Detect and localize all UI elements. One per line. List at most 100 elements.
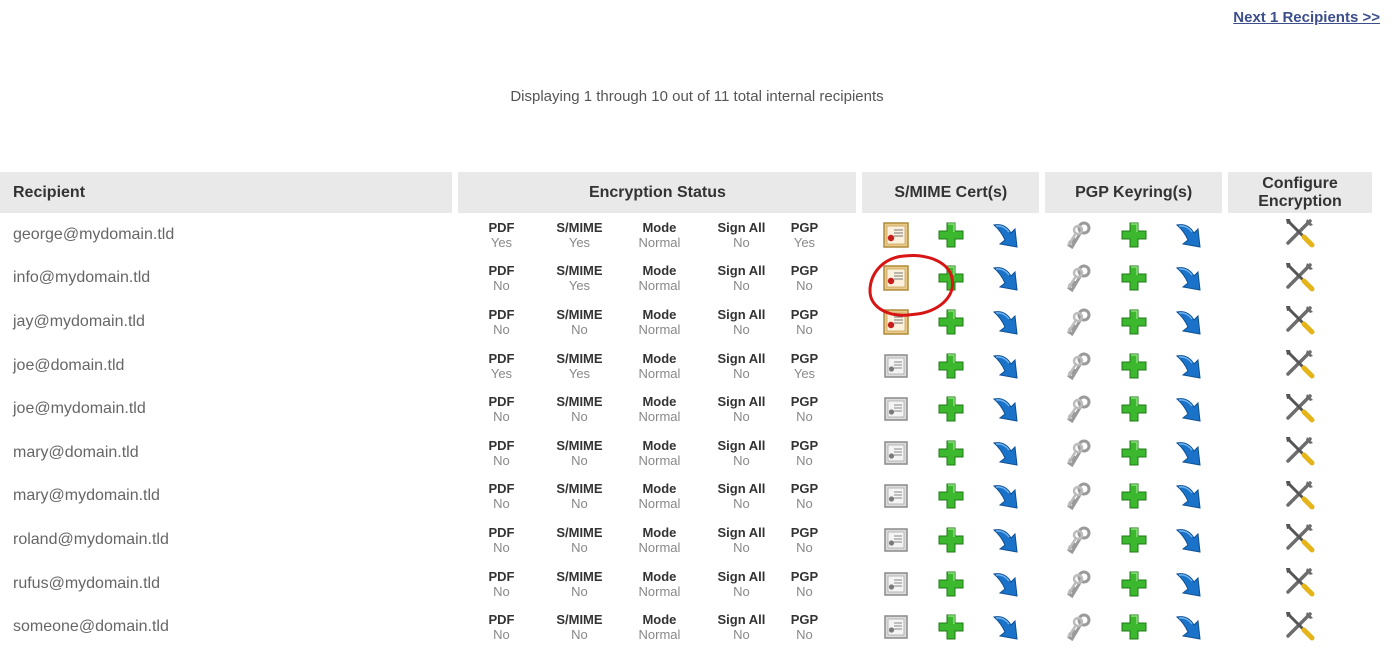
add-pgp-key-plus-icon[interactable] xyxy=(1119,264,1149,292)
tools-icon[interactable] xyxy=(1283,260,1317,292)
import-smime-cert-arrow-icon[interactable] xyxy=(991,221,1021,249)
add-pgp-key-plus-icon[interactable] xyxy=(1119,570,1149,598)
certificate-gray-icon[interactable] xyxy=(881,570,911,598)
tools-icon[interactable] xyxy=(1283,303,1317,335)
import-smime-cert-arrow-icon[interactable] xyxy=(991,352,1021,380)
add-smime-cert-plus-icon[interactable] xyxy=(936,570,966,598)
status-mode-label: Mode xyxy=(642,612,677,628)
add-smime-cert-plus-icon[interactable] xyxy=(936,264,966,292)
status-sign-all-value: No xyxy=(733,452,750,468)
keys-icon[interactable] xyxy=(1064,570,1094,598)
import-pgp-key-arrow-icon[interactable] xyxy=(1174,526,1204,554)
import-pgp-key-arrow-icon[interactable] xyxy=(1174,570,1204,598)
keys-icon[interactable] xyxy=(1064,482,1094,511)
certificate-gray-icon[interactable] xyxy=(881,613,911,641)
add-smime-cert-plus-icon[interactable] xyxy=(936,482,966,510)
status-sign-all: Sign All No xyxy=(709,351,773,381)
certificate-icon[interactable] xyxy=(881,221,911,249)
import-smime-cert-arrow-icon[interactable] xyxy=(991,395,1021,423)
certificate-gray-icon[interactable] xyxy=(881,526,911,554)
add-pgp-key-plus-icon[interactable] xyxy=(1119,526,1149,554)
certificate-gray-icon[interactable] xyxy=(881,439,911,467)
certificate-icon[interactable] xyxy=(881,264,911,292)
import-smime-cert-arrow-icon[interactable] xyxy=(991,264,1021,292)
import-pgp-key-arrow-icon[interactable] xyxy=(1174,395,1204,423)
import-pgp-key-arrow-icon[interactable] xyxy=(1174,439,1204,467)
next-recipients-link[interactable]: Next 1 Recipients >> xyxy=(1233,9,1380,26)
add-smime-cert-plus-icon[interactable] xyxy=(936,221,966,249)
add-pgp-key-plus-icon[interactable] xyxy=(1119,308,1149,336)
configure-encryption-cell xyxy=(1228,300,1372,344)
keys-icon[interactable] xyxy=(1064,439,1094,467)
tools-icon[interactable] xyxy=(1283,216,1317,248)
import-pgp-key-arrow-icon[interactable] xyxy=(1174,221,1204,249)
status-smime-value: No xyxy=(571,321,588,337)
configure-encryption-cell xyxy=(1228,431,1372,475)
import-pgp-key-arrow-icon[interactable] xyxy=(1174,352,1204,380)
keys-icon[interactable] xyxy=(1064,613,1094,642)
status-pgp: PGP No xyxy=(787,525,821,555)
status-smime-label: S/MIME xyxy=(556,394,603,410)
import-pgp-key-arrow-icon[interactable] xyxy=(1174,264,1204,292)
status-mode-label: Mode xyxy=(642,306,677,322)
status-pdf-value: No xyxy=(493,496,510,512)
keys-icon[interactable] xyxy=(1064,221,1094,249)
status-pdf-value: No xyxy=(493,452,510,468)
keys-icon[interactable] xyxy=(1064,308,1094,336)
add-smime-cert-plus-icon[interactable] xyxy=(936,352,966,380)
keys-icon[interactable] xyxy=(1064,526,1094,554)
import-pgp-key-arrow-icon[interactable] xyxy=(1174,613,1204,641)
add-pgp-key-plus-icon[interactable] xyxy=(1119,613,1149,641)
import-pgp-key-arrow-icon[interactable] xyxy=(1174,308,1204,336)
add-smime-cert-plus-icon[interactable] xyxy=(936,395,966,423)
tools-icon[interactable] xyxy=(1283,434,1317,466)
import-smime-cert-arrow-icon[interactable] xyxy=(991,526,1021,554)
import-pgp-key-arrow-icon[interactable] xyxy=(1174,482,1204,510)
add-pgp-key-plus-icon[interactable] xyxy=(1119,482,1149,510)
import-smime-cert-arrow-icon[interactable] xyxy=(991,308,1021,336)
tools-icon[interactable] xyxy=(1283,565,1317,597)
import-smime-cert-arrow-icon[interactable] xyxy=(991,439,1021,467)
keys-icon[interactable] xyxy=(1064,352,1094,380)
status-mode: Mode Normal xyxy=(631,351,687,381)
table-row: someone@domain.tld PDF No S/MIME No Mode… xyxy=(0,605,1372,649)
certificate-gray-icon[interactable] xyxy=(881,482,911,510)
status-mode-value: Normal xyxy=(638,627,681,643)
encryption-status-cell: PDF No S/MIME No Mode Normal Sign All No… xyxy=(458,562,856,606)
status-pgp-label: PGP xyxy=(790,524,819,540)
tools-icon[interactable] xyxy=(1283,347,1317,379)
status-mode: Mode Normal xyxy=(631,569,687,599)
status-mode-label: Mode xyxy=(642,524,677,540)
add-smime-cert-plus-icon[interactable] xyxy=(936,526,966,554)
status-smime: S/MIME No xyxy=(553,307,605,337)
certificate-gray-icon[interactable] xyxy=(881,395,911,423)
add-smime-cert-plus-icon[interactable] xyxy=(936,613,966,641)
add-smime-cert-plus-icon[interactable] xyxy=(936,308,966,336)
status-pdf: PDF No xyxy=(479,263,523,293)
keys-icon[interactable] xyxy=(1064,264,1094,293)
tools-icon[interactable] xyxy=(1283,609,1317,641)
pgp-keyring-cell xyxy=(1045,300,1222,344)
add-pgp-key-plus-icon[interactable] xyxy=(1119,352,1149,380)
status-smime: S/MIME No xyxy=(553,438,605,468)
add-pgp-key-plus-icon[interactable] xyxy=(1119,439,1149,467)
tools-icon[interactable] xyxy=(1283,521,1317,553)
certificate-icon[interactable] xyxy=(881,308,911,336)
import-smime-cert-arrow-icon[interactable] xyxy=(991,570,1021,598)
certificate-gray-icon[interactable] xyxy=(881,352,911,380)
add-smime-cert-plus-icon[interactable] xyxy=(936,439,966,467)
status-mode: Mode Normal xyxy=(631,263,687,293)
add-pgp-key-plus-icon[interactable] xyxy=(1119,221,1149,249)
header-configure-line2: Encryption xyxy=(1258,192,1342,210)
keys-icon[interactable] xyxy=(1064,395,1094,424)
import-smime-cert-arrow-icon[interactable] xyxy=(991,482,1021,510)
status-sign-all: Sign All No xyxy=(709,438,773,468)
status-pdf-label: PDF xyxy=(488,612,515,628)
status-mode: Mode Normal xyxy=(631,220,687,250)
import-smime-cert-arrow-icon[interactable] xyxy=(991,613,1021,641)
status-smime-label: S/MIME xyxy=(556,263,603,279)
status-pdf-label: PDF xyxy=(488,394,515,410)
tools-icon[interactable] xyxy=(1283,391,1317,423)
tools-icon[interactable] xyxy=(1283,478,1317,510)
add-pgp-key-plus-icon[interactable] xyxy=(1119,395,1149,423)
